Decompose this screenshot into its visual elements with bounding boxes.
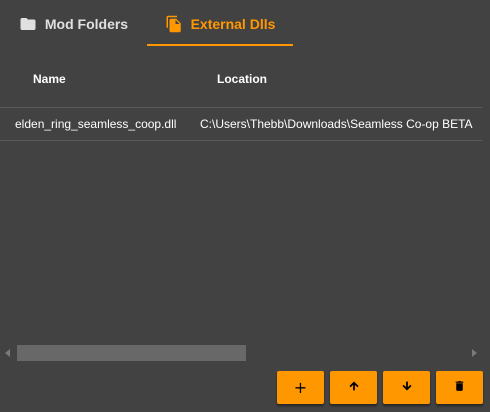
tab-external-dlls-label: External Dlls [190, 15, 276, 32]
delete-button[interactable] [436, 371, 483, 404]
dll-name-cell: elden_ring_seamless_coop.dll [15, 117, 177, 131]
folder-icon [19, 15, 37, 33]
add-button[interactable]: + [277, 371, 324, 404]
file-icon [165, 15, 183, 33]
move-down-button[interactable] [383, 371, 430, 404]
action-bar: + [0, 371, 490, 406]
table-row[interactable]: elden_ring_seamless_coop.dll C:\Users\Th… [0, 108, 482, 141]
horizontal-scrollbar[interactable] [0, 345, 490, 361]
arrow-down-icon [401, 380, 413, 396]
tab-mod-folders-label: Mod Folders [44, 15, 129, 32]
chevron-left-icon[interactable] [0, 345, 16, 361]
plus-icon: + [293, 377, 308, 397]
trash-icon [453, 379, 466, 397]
move-up-button[interactable] [330, 371, 377, 404]
tab-external-dlls[interactable]: External Dlls [147, 0, 293, 47]
column-header-location[interactable]: Location [217, 59, 267, 99]
tab-bar: Mod Folders External Dlls [0, 0, 490, 47]
tab-mod-folders[interactable]: Mod Folders [0, 0, 147, 47]
column-header-name[interactable]: Name [33, 59, 66, 99]
row-divider [0, 140, 482, 141]
external-dlls-panel: Mod Folders External Dlls Name Location … [0, 0, 490, 412]
scrollbar-thumb[interactable] [17, 345, 246, 361]
arrow-up-icon [348, 380, 360, 396]
chevron-right-icon[interactable] [466, 345, 482, 361]
active-tab-indicator [147, 44, 293, 46]
dll-location-cell: C:\Users\Thebb\Downloads\Seamless Co-op … [200, 117, 473, 131]
table-header: Name Location [0, 59, 490, 99]
